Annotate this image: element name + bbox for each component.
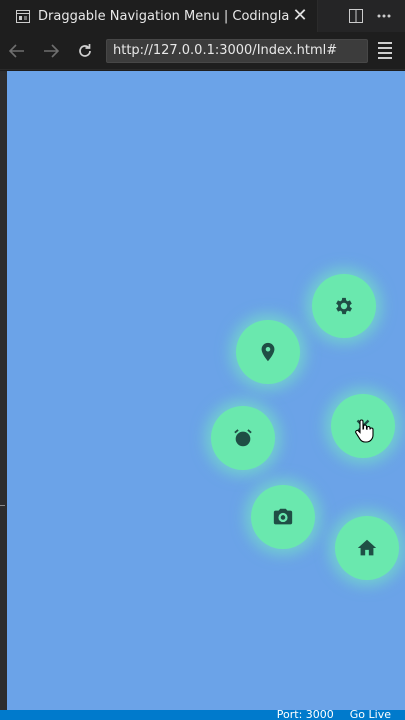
nav-item-home[interactable]: [335, 516, 399, 580]
gear-icon: [336, 297, 352, 315]
status-bar: Port: 3000 Go Live: [0, 710, 405, 720]
nav-item-settings[interactable]: [312, 274, 376, 338]
sidebar-edge: [0, 71, 7, 710]
tab-bar: Draggable Navigation Menu | Codinglab ✕: [0, 0, 405, 32]
camera-icon: [273, 508, 293, 525]
hand-cursor-icon: [355, 419, 374, 443]
split-editor-icon[interactable]: [349, 9, 363, 23]
page-viewport: [7, 71, 405, 710]
menu-button[interactable]: [375, 41, 395, 61]
tab-actions: [318, 9, 405, 23]
url-text: http://127.0.0.1:3000/Index.html#: [113, 43, 338, 58]
browser-toolbar: http://127.0.0.1:3000/Index.html#: [0, 32, 405, 70]
more-actions-icon[interactable]: [377, 14, 391, 18]
reload-icon: [79, 43, 91, 57]
forward-button[interactable]: [34, 34, 68, 68]
nav-item-location[interactable]: [236, 320, 300, 384]
location-pin-icon: [261, 342, 275, 362]
arrow-right-icon: [44, 43, 59, 58]
alarm-clock-icon: [234, 429, 252, 447]
back-button[interactable]: [0, 34, 34, 68]
browser-tab[interactable]: Draggable Navigation Menu | Codinglab ✕: [0, 0, 318, 32]
url-bar[interactable]: http://127.0.0.1:3000/Index.html#: [106, 38, 368, 63]
port-status[interactable]: Port: 3000: [277, 710, 334, 720]
reload-button[interactable]: [68, 34, 102, 68]
go-live-button[interactable]: Go Live: [350, 710, 391, 720]
arrow-left-icon: [9, 43, 24, 58]
close-icon[interactable]: ✕: [289, 7, 311, 25]
nav-item-camera[interactable]: [251, 485, 315, 549]
status-items: Port: 3000 Go Live: [277, 710, 391, 720]
home-icon: [357, 539, 377, 556]
nav-item-alarm[interactable]: [211, 406, 275, 470]
tab-title: Draggable Navigation Menu | Codinglab: [38, 8, 289, 24]
preview-icon: [16, 9, 30, 23]
hamburger-icon: [378, 42, 392, 44]
